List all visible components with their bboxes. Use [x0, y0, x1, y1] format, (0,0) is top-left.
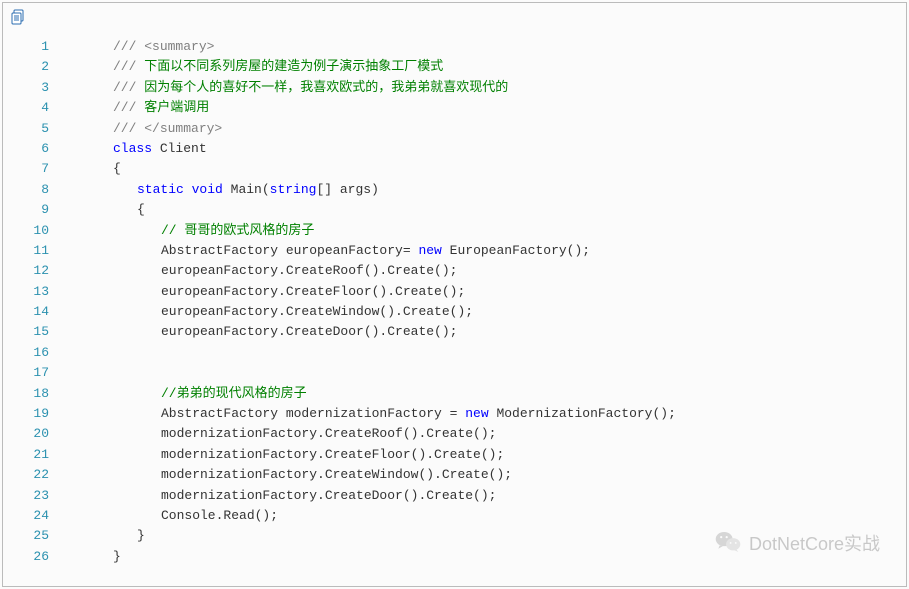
line-number: 16 [3, 343, 65, 363]
line-number: 7 [3, 159, 65, 179]
code-line: 6class Client [3, 139, 906, 159]
code-content: { [65, 200, 906, 220]
line-number: 24 [3, 506, 65, 526]
wechat-icon [715, 530, 741, 556]
code-content: Console.Read(); [65, 506, 906, 526]
code-frame: 1/// <summary>2/// 下面以不同系列房屋的建造为例子演示抽象工厂… [2, 2, 907, 587]
line-number: 20 [3, 424, 65, 444]
line-number: 1 [3, 37, 65, 57]
code-line: 2/// 下面以不同系列房屋的建造为例子演示抽象工厂模式 [3, 57, 906, 77]
code-content: /// 下面以不同系列房屋的建造为例子演示抽象工厂模式 [65, 57, 906, 77]
line-number: 25 [3, 526, 65, 546]
code-line: 3/// 因为每个人的喜好不一样，我喜欢欧式的，我弟弟就喜欢现代的 [3, 78, 906, 98]
code-content: //弟弟的现代风格的房子 [65, 384, 906, 404]
code-content: { [65, 159, 906, 179]
line-number: 12 [3, 261, 65, 281]
code-line: 13europeanFactory.CreateFloor().Create()… [3, 282, 906, 302]
line-number: 8 [3, 180, 65, 200]
code-content: modernizationFactory.CreateWindow().Crea… [65, 465, 906, 485]
code-content: modernizationFactory.CreateFloor().Creat… [65, 445, 906, 465]
code-line: 1/// <summary> [3, 37, 906, 57]
code-content: AbstractFactory modernizationFactory = n… [65, 404, 906, 424]
code-line: 21modernizationFactory.CreateFloor().Cre… [3, 445, 906, 465]
code-line: 17 [3, 363, 906, 383]
line-number: 5 [3, 119, 65, 139]
code-content: europeanFactory.CreateRoof().Create(); [65, 261, 906, 281]
line-number: 9 [3, 200, 65, 220]
line-number: 14 [3, 302, 65, 322]
code-line: 23modernizationFactory.CreateDoor().Crea… [3, 486, 906, 506]
code-line: 16 [3, 343, 906, 363]
line-number: 22 [3, 465, 65, 485]
line-number: 21 [3, 445, 65, 465]
code-line: 8static void Main(string[] args) [3, 180, 906, 200]
code-line: 22modernizationFactory.CreateWindow().Cr… [3, 465, 906, 485]
code-content: static void Main(string[] args) [65, 180, 906, 200]
code-content: modernizationFactory.CreateDoor().Create… [65, 486, 906, 506]
line-number: 10 [3, 221, 65, 241]
code-line: 20modernizationFactory.CreateRoof().Crea… [3, 424, 906, 444]
code-line: 12europeanFactory.CreateRoof().Create(); [3, 261, 906, 281]
code-line: 5/// </summary> [3, 119, 906, 139]
code-content: /// </summary> [65, 119, 906, 139]
code-line: 4/// 客户端调用 [3, 98, 906, 118]
code-block: 1/// <summary>2/// 下面以不同系列房屋的建造为例子演示抽象工厂… [3, 37, 906, 567]
code-line: 15europeanFactory.CreateDoor().Create(); [3, 322, 906, 342]
watermark-text: DotNetCore实战 [749, 530, 880, 556]
code-line: 9{ [3, 200, 906, 220]
code-line: 7{ [3, 159, 906, 179]
code-content: europeanFactory.CreateFloor().Create(); [65, 282, 906, 302]
line-number: 6 [3, 139, 65, 159]
line-number: 17 [3, 363, 65, 383]
code-content: /// 因为每个人的喜好不一样，我喜欢欧式的，我弟弟就喜欢现代的 [65, 78, 906, 98]
watermark: DotNetCore实战 [715, 530, 880, 556]
code-content: // 哥哥的欧式风格的房子 [65, 221, 906, 241]
line-number: 3 [3, 78, 65, 98]
code-line: 14europeanFactory.CreateWindow().Create(… [3, 302, 906, 322]
line-number: 2 [3, 57, 65, 77]
line-number: 18 [3, 384, 65, 404]
copy-icon[interactable] [11, 9, 27, 25]
line-number: 11 [3, 241, 65, 261]
code-content: class Client [65, 139, 906, 159]
line-number: 15 [3, 322, 65, 342]
line-number: 19 [3, 404, 65, 424]
code-content: europeanFactory.CreateWindow().Create(); [65, 302, 906, 322]
code-line: 10// 哥哥的欧式风格的房子 [3, 221, 906, 241]
code-line: 19AbstractFactory modernizationFactory =… [3, 404, 906, 424]
code-content: europeanFactory.CreateDoor().Create(); [65, 322, 906, 342]
code-line: 18//弟弟的现代风格的房子 [3, 384, 906, 404]
code-content: modernizationFactory.CreateRoof().Create… [65, 424, 906, 444]
code-line: 24Console.Read(); [3, 506, 906, 526]
line-number: 23 [3, 486, 65, 506]
line-number: 13 [3, 282, 65, 302]
code-content: AbstractFactory europeanFactory= new Eur… [65, 241, 906, 261]
line-number: 4 [3, 98, 65, 118]
code-line: 11AbstractFactory europeanFactory= new E… [3, 241, 906, 261]
code-content: /// 客户端调用 [65, 98, 906, 118]
code-content: /// <summary> [65, 37, 906, 57]
line-number: 26 [3, 547, 65, 567]
